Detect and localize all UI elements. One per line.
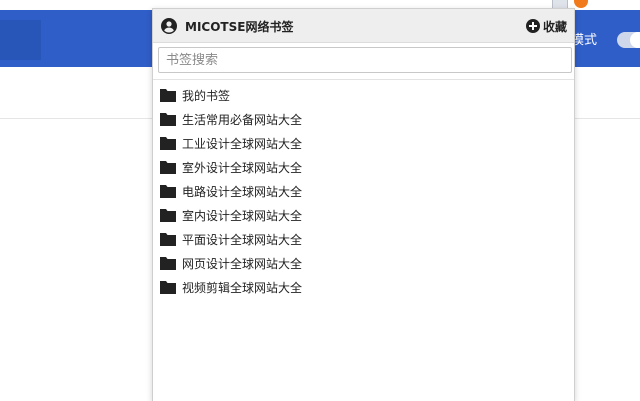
folder-icon	[160, 209, 176, 222]
folder-name: 工业设计全球网站大全	[182, 136, 303, 151]
folder-name: 室外设计全球网站大全	[182, 160, 303, 175]
mode-toggle-knob[interactable]	[630, 32, 640, 48]
folder-item[interactable]: 电路设计全球网站大全	[160, 179, 302, 203]
folder-icon	[160, 233, 176, 246]
folder-item[interactable]: 视频剪辑全球网站大全	[160, 275, 302, 299]
folder-name: 生活常用必备网站大全	[182, 112, 303, 127]
plus-circle-icon	[525, 19, 540, 33]
folder-icon	[160, 281, 176, 294]
folder-item[interactable]: 我的书签	[160, 83, 302, 107]
popup-title: MICOTSE网络书签	[185, 20, 294, 34]
bookmark-popup: MICOTSE网络书签 收藏 我的书签 生活常用必备网站大全 工业设计全球网站大…	[152, 8, 575, 401]
folder-icon	[160, 89, 176, 102]
folder-item[interactable]: 工业设计全球网站大全	[160, 131, 302, 155]
folder-name: 我的书签	[182, 88, 231, 103]
folder-icon	[160, 185, 176, 198]
site-logo[interactable]	[0, 20, 41, 60]
folder-item[interactable]: 网页设计全球网站大全	[160, 251, 302, 275]
popup-separator	[153, 79, 574, 80]
bookmark-search-input[interactable]	[158, 47, 572, 73]
folder-item[interactable]: 平面设计全球网站大全	[160, 227, 302, 251]
add-bookmark-label: 收藏	[542, 19, 567, 34]
folder-item[interactable]: 室内设计全球网站大全	[160, 203, 302, 227]
folder-item[interactable]: 生活常用必备网站大全	[160, 107, 302, 131]
user-circle-icon	[161, 18, 177, 34]
folder-icon	[160, 113, 176, 126]
folder-name: 网页设计全球网站大全	[182, 256, 303, 271]
folder-icon	[160, 161, 176, 174]
folder-icon	[160, 257, 176, 270]
folder-name: 视频剪辑全球网站大全	[182, 280, 303, 295]
folder-name: 平面设计全球网站大全	[182, 232, 303, 247]
popup-header: MICOTSE网络书签 收藏	[153, 9, 574, 43]
folder-name: 电路设计全球网站大全	[182, 184, 303, 199]
folder-list: 我的书签 生活常用必备网站大全 工业设计全球网站大全 室外设计全球网站大全 电路…	[160, 83, 302, 299]
folder-icon	[160, 137, 176, 150]
folder-name: 室内设计全球网站大全	[182, 208, 303, 223]
folder-item[interactable]: 室外设计全球网站大全	[160, 155, 302, 179]
add-bookmark-button[interactable]: 收藏	[525, 17, 567, 35]
